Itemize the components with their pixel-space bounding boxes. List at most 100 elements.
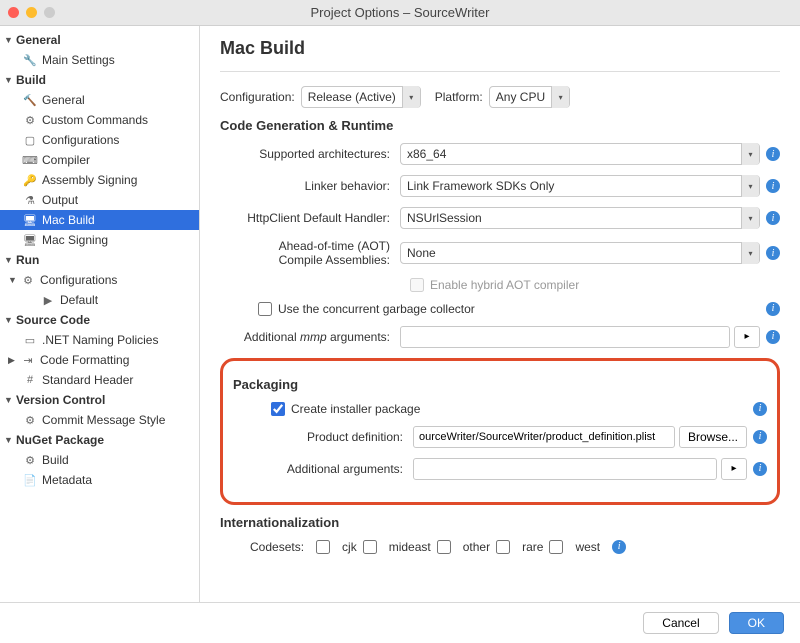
mmp-expand-button[interactable]: ▸ <box>734 326 760 348</box>
sidebar-item-assembly-signing[interactable]: 🔑Assembly Signing <box>0 170 199 190</box>
sidebar-item-main-settings[interactable]: 🔧Main Settings <box>0 50 199 70</box>
sidebar-item-configurations[interactable]: ▢Configurations <box>0 130 199 150</box>
wrench-icon: 🔧 <box>22 54 38 67</box>
installer-checkbox[interactable] <box>271 402 285 416</box>
sidebar-item-run-configurations[interactable]: ▼⚙Configurations <box>0 270 199 290</box>
proddef-input[interactable] <box>413 426 675 448</box>
chevron-down-icon: ▾ <box>741 175 759 197</box>
play-icon: ▶ <box>40 294 56 307</box>
aot-select[interactable]: None▾ <box>400 242 760 264</box>
ok-button[interactable]: OK <box>729 612 784 634</box>
codeset-cjk-checkbox[interactable] <box>316 540 330 554</box>
concurrent-gc-checkbox[interactable] <box>258 302 272 316</box>
chevron-down-icon: ▼ <box>4 315 14 325</box>
chevron-down-icon: ▾ <box>741 207 759 229</box>
sidebar-item-commit-message-style[interactable]: ⚙Commit Message Style <box>0 410 199 430</box>
info-icon[interactable]: i <box>612 540 626 554</box>
codeset-other-checkbox[interactable] <box>437 540 451 554</box>
sidebar-item-mac-signing[interactable]: 🖥Mac Signing <box>0 230 199 250</box>
hybrid-aot-checkbox <box>410 278 424 292</box>
intl-header: Internationalization <box>220 515 780 530</box>
linker-select[interactable]: Link Framework SDKs Only▾ <box>400 175 760 197</box>
info-icon[interactable]: i <box>766 302 780 316</box>
gear-icon: ⚙ <box>22 414 38 427</box>
chevron-right-icon: ▶ <box>8 355 18 366</box>
info-icon[interactable]: i <box>753 402 767 416</box>
info-icon[interactable]: i <box>766 147 780 161</box>
sidebar-item-nuget-build[interactable]: ⚙Build <box>0 450 199 470</box>
sidebar-item-custom-commands[interactable]: ⚙Custom Commands <box>0 110 199 130</box>
sidebar-item-mac-build[interactable]: 🖥Mac Build <box>0 210 199 230</box>
chevron-down-icon: ▾ <box>402 86 420 108</box>
key-icon: 🔑 <box>22 174 38 187</box>
titlebar: Project Options – SourceWriter <box>0 0 800 26</box>
info-icon[interactable]: i <box>766 330 780 344</box>
info-icon[interactable]: i <box>766 246 780 260</box>
sidebar-item-standard-header[interactable]: #Standard Header <box>0 370 199 390</box>
page-title: Mac Build <box>220 38 780 59</box>
codeset-mideast-checkbox[interactable] <box>363 540 377 554</box>
sidebar-section-run[interactable]: ▼Run <box>0 250 199 270</box>
chevron-down-icon: ▼ <box>8 275 18 285</box>
addargs-expand-button[interactable]: ▸ <box>721 458 747 480</box>
linker-label: Linker behavior: <box>220 179 400 193</box>
sidebar-item-code-formatting[interactable]: ▶⇥Code Formatting <box>0 350 199 370</box>
monitor-icon: 🖥 <box>22 214 38 227</box>
packaging-highlight: Packaging Create installer package i Pro… <box>220 358 780 505</box>
sidebar-item-metadata[interactable]: 📄Metadata <box>0 470 199 490</box>
info-icon[interactable]: i <box>766 211 780 225</box>
info-icon[interactable]: i <box>766 179 780 193</box>
codegen-header: Code Generation & Runtime <box>220 118 780 133</box>
page-icon: 📄 <box>22 474 38 487</box>
codeset-west-checkbox[interactable] <box>549 540 563 554</box>
square-icon: ▢ <box>22 134 38 147</box>
dialog-footer: Cancel OK <box>0 602 800 642</box>
httpclient-label: HttpClient Default Handler: <box>220 211 400 225</box>
arch-select[interactable]: x86_64▾ <box>400 143 760 165</box>
sidebar-item-build-general[interactable]: 🔨General <box>0 90 199 110</box>
httpclient-select[interactable]: NSUrlSession▾ <box>400 207 760 229</box>
window-title: Project Options – SourceWriter <box>0 5 800 20</box>
chevron-down-icon: ▼ <box>4 435 14 445</box>
sidebar-section-version-control[interactable]: ▼Version Control <box>0 390 199 410</box>
info-icon[interactable]: i <box>753 430 767 444</box>
addargs-input[interactable] <box>413 458 717 480</box>
configuration-select[interactable]: Release (Active)▾ <box>301 86 421 108</box>
configuration-label: Configuration: <box>220 90 295 104</box>
concurrent-gc-label: Use the concurrent garbage collector <box>278 302 475 316</box>
chevron-down-icon: ▾ <box>551 86 569 108</box>
cancel-button[interactable]: Cancel <box>643 612 718 634</box>
mmp-label: Additional mmp arguments: <box>220 330 400 344</box>
hybrid-aot-label: Enable hybrid AOT compiler <box>430 278 579 292</box>
codeset-rare-checkbox[interactable] <box>496 540 510 554</box>
sidebar-section-nuget[interactable]: ▼NuGet Package <box>0 430 199 450</box>
browse-button[interactable]: Browse... <box>679 426 747 448</box>
info-icon[interactable]: i <box>753 462 767 476</box>
sidebar-item-default[interactable]: ▶Default <box>0 290 199 310</box>
chevron-down-icon: ▾ <box>741 143 759 165</box>
packaging-header: Packaging <box>233 377 767 392</box>
sidebar-section-source-code[interactable]: ▼Source Code <box>0 310 199 330</box>
flask-icon: ⚗ <box>22 194 38 207</box>
indent-icon: ⇥ <box>20 354 36 367</box>
sidebar-section-general[interactable]: ▼General <box>0 30 199 50</box>
sidebar-item-naming-policies[interactable]: ▭.NET Naming Policies <box>0 330 199 350</box>
main-panel: Mac Build Configuration: Release (Active… <box>200 26 800 602</box>
sidebar-section-build[interactable]: ▼Build <box>0 70 199 90</box>
gear-icon: ⚙ <box>22 114 38 127</box>
gear-icon: ⚙ <box>22 454 38 467</box>
chevron-down-icon: ▾ <box>741 242 759 264</box>
chevron-down-icon: ▼ <box>4 35 14 45</box>
mmp-input[interactable] <box>400 326 730 348</box>
codesets-label: Codesets: <box>250 540 304 554</box>
sidebar-item-output[interactable]: ⚗Output <box>0 190 199 210</box>
chevron-down-icon: ▼ <box>4 395 14 405</box>
chevron-down-icon: ▼ <box>4 75 14 85</box>
platform-select[interactable]: Any CPU▾ <box>489 86 570 108</box>
installer-label: Create installer package <box>291 402 420 416</box>
sidebar-item-compiler[interactable]: ⌨Compiler <box>0 150 199 170</box>
arch-label: Supported architectures: <box>220 147 400 161</box>
compiler-icon: ⌨ <box>22 154 38 167</box>
options-sidebar: ▼General 🔧Main Settings ▼Build 🔨General … <box>0 26 200 602</box>
monitor-icon: 🖥 <box>22 234 38 247</box>
